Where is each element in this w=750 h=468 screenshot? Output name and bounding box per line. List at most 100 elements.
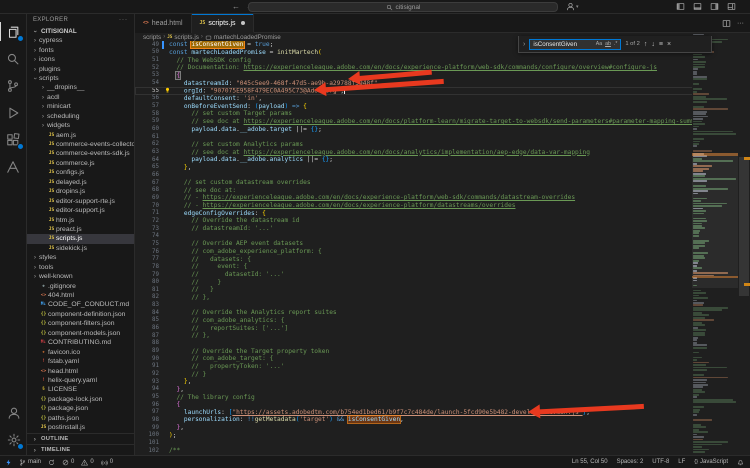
breadcrumb-item[interactable]: JSscripts.js bbox=[167, 34, 199, 41]
tree-item-delayed.js[interactable]: JSdelayed.js bbox=[27, 178, 134, 187]
code-line-71[interactable]: 71 edgeConfigOverrides: { bbox=[135, 209, 750, 217]
tab-scripts.js[interactable]: JSscripts.js bbox=[192, 14, 254, 33]
status-bell[interactable] bbox=[737, 459, 744, 466]
sidebar-panel-timeline[interactable]: ›TIMELINE bbox=[27, 444, 134, 455]
tree-item-component-definition.json[interactable]: {}component-definition.json bbox=[27, 310, 134, 319]
code-line-85[interactable]: 85 // com_adobe_analytics: { bbox=[135, 317, 750, 325]
tree-item-scripts[interactable]: ›scripts bbox=[27, 74, 134, 83]
status-ln-55-col-50[interactable]: Ln 55, Col 50 bbox=[572, 459, 608, 465]
layout-sidebar-right-icon[interactable] bbox=[710, 2, 719, 11]
tree-item-editor-support.js[interactable]: JSeditor-support.js bbox=[27, 206, 134, 215]
tree-item-scheduling[interactable]: ›scheduling bbox=[27, 112, 134, 121]
tree-item-favicon.ico[interactable]: ★favicon.ico bbox=[27, 347, 134, 356]
explorer-actions-icon[interactable]: ··· bbox=[119, 17, 128, 23]
code-line-82[interactable]: 82 // }, bbox=[135, 294, 750, 302]
code-line-98[interactable]: 98 personalization: !!getMetadata('targe… bbox=[135, 416, 750, 424]
code-line-69[interactable]: 69 // - https://experienceleague.adobe.c… bbox=[135, 194, 750, 202]
more-actions-icon[interactable]: ··· bbox=[737, 20, 744, 27]
lightbulb-icon[interactable] bbox=[164, 87, 171, 94]
code-line-102[interactable]: 102/** bbox=[135, 447, 750, 455]
tree-item-head.html[interactable]: <>head.html bbox=[27, 366, 134, 375]
tree-item-dropins.js[interactable]: JSdropins.js bbox=[27, 187, 134, 196]
code-line-63[interactable]: 63 // see doc at https://experienceleagu… bbox=[135, 148, 750, 156]
tree-item-well-known[interactable]: ›well-known bbox=[27, 272, 134, 281]
account-icon[interactable] bbox=[566, 2, 575, 11]
code-line-67[interactable]: 67 // set custom datastream overrides bbox=[135, 179, 750, 187]
status-utf-8[interactable]: UTF-8 bbox=[652, 459, 669, 465]
tree-item-commerce.js[interactable]: JScommerce.js bbox=[27, 159, 134, 168]
close-icon[interactable]: × bbox=[667, 41, 671, 48]
tree-item-commerce-events-collector.js[interactable]: JScommerce-events-collector.js bbox=[27, 140, 134, 149]
command-center-search[interactable]: citisignal bbox=[248, 2, 558, 12]
code-line-68[interactable]: 68 // see doc at: bbox=[135, 186, 750, 194]
tree-item-plugins[interactable]: ›plugins bbox=[27, 64, 134, 73]
code-line-62[interactable]: 62 // set custom Analytics params bbox=[135, 141, 750, 149]
tree-item-aem.js[interactable]: JSaem.js bbox=[27, 130, 134, 139]
match-case-icon[interactable]: Aa bbox=[596, 41, 602, 47]
tree-item-minicart[interactable]: ›minicart bbox=[27, 102, 134, 111]
tree-item-cypress[interactable]: ›cypress bbox=[27, 36, 134, 45]
back-arrow-icon[interactable]: ← bbox=[232, 2, 240, 11]
code-editor[interactable]: 49const isConsentGiven = true;50const ma… bbox=[135, 41, 750, 455]
code-line-101[interactable]: 101 bbox=[135, 439, 750, 447]
tree-item-acdl[interactable]: ›acdl bbox=[27, 93, 134, 102]
tree-item-fonts[interactable]: ›fonts bbox=[27, 45, 134, 54]
code-line-73[interactable]: 73 // datastreamId: '...' bbox=[135, 225, 750, 233]
code-line-77[interactable]: 77 // datasets: { bbox=[135, 255, 750, 263]
code-line-76[interactable]: 76 // com_adobe_experience_platform: { bbox=[135, 248, 750, 256]
tree-item-icons[interactable]: ›icons bbox=[27, 55, 134, 64]
tree-item-package-lock.json[interactable]: {}package-lock.json bbox=[27, 395, 134, 404]
sidebar-panel-outline[interactable]: ›OUTLINE bbox=[27, 433, 134, 444]
tree-item-editor-support-rte.js[interactable]: JSeditor-support-rte.js bbox=[27, 196, 134, 205]
code-line-66[interactable]: 66 bbox=[135, 171, 750, 179]
breadcrumb-item[interactable]: scripts bbox=[143, 34, 161, 41]
status-remote[interactable] bbox=[5, 459, 12, 466]
code-line-87[interactable]: 87 // }, bbox=[135, 332, 750, 340]
code-line-100[interactable]: 100); bbox=[135, 431, 750, 439]
tab-head.html[interactable]: <>head.html bbox=[135, 14, 192, 33]
code-line-55[interactable]: 55 orgId: "907075E958F479EC0A495C73@Adob… bbox=[135, 87, 750, 95]
whole-word-icon[interactable]: ab bbox=[605, 41, 611, 47]
code-line-81[interactable]: 81 // } bbox=[135, 286, 750, 294]
workspace-root[interactable]: › CITISIGNAL bbox=[27, 26, 134, 36]
status-lf[interactable]: LF bbox=[678, 459, 685, 465]
tree-item-component-models.json[interactable]: {}component-models.json bbox=[27, 329, 134, 338]
tree-item-styles[interactable]: ›styles bbox=[27, 253, 134, 262]
code-line-75[interactable]: 75 // Override AEP event datasets bbox=[135, 240, 750, 248]
code-line-92[interactable]: 92 // } bbox=[135, 370, 750, 378]
minimap[interactable] bbox=[692, 33, 738, 455]
code-line-88[interactable]: 88 bbox=[135, 340, 750, 348]
tree-item-component-filters.json[interactable]: {}component-filters.json bbox=[27, 319, 134, 328]
code-line-95[interactable]: 95 // The library config bbox=[135, 393, 750, 401]
tree-item-tools[interactable]: ›tools bbox=[27, 263, 134, 272]
code-line-89[interactable]: 89 // Override the Target property token bbox=[135, 347, 750, 355]
status-warning[interactable]: 0 bbox=[81, 459, 93, 466]
tree-item-fstab.yaml[interactable]: !fstab.yaml bbox=[27, 357, 134, 366]
find-input[interactable]: isConsentGiven Aa ab .* bbox=[529, 39, 621, 50]
code-line-79[interactable]: 79 // datasetId: '...' bbox=[135, 271, 750, 279]
tree-item-404.html[interactable]: <>404.html bbox=[27, 291, 134, 300]
prev-match-icon[interactable]: ↑ bbox=[644, 41, 648, 48]
tree-item-CODE_OF_CONDUCT.md[interactable]: M↓CODE_OF_CONDUCT.md bbox=[27, 300, 134, 309]
code-line-72[interactable]: 72 // Override the datastream id bbox=[135, 217, 750, 225]
activity-explorer[interactable] bbox=[0, 18, 27, 45]
tree-item-sidekick.js[interactable]: JSsidekick.js bbox=[27, 244, 134, 253]
activity-run-debug[interactable] bbox=[0, 99, 27, 126]
code-line-53[interactable]: 53 { bbox=[135, 72, 750, 80]
code-line-99[interactable]: 99 }, bbox=[135, 424, 750, 432]
tree-item-preact.js[interactable]: JSpreact.js bbox=[27, 225, 134, 234]
code-line-57[interactable]: 57 onBeforeEventSend: (payload) => { bbox=[135, 102, 750, 110]
scrollbar-slider[interactable] bbox=[739, 157, 749, 296]
tree-item-scripts.js[interactable]: JSscripts.js bbox=[27, 234, 134, 243]
regex-icon[interactable]: .* bbox=[614, 41, 617, 47]
tree-item-widgets[interactable]: ›widgets bbox=[27, 121, 134, 130]
status-error[interactable]: 0 bbox=[62, 459, 74, 466]
code-line-59[interactable]: 59 // see doc at https://experienceleagu… bbox=[135, 118, 750, 126]
code-line-94[interactable]: 94 }, bbox=[135, 386, 750, 394]
tree-item-postinstall.js[interactable]: JSpostinstall.js bbox=[27, 423, 134, 432]
layout-sidebar-icon[interactable] bbox=[676, 2, 685, 11]
activity-settings[interactable] bbox=[0, 426, 27, 453]
next-match-icon[interactable]: ↓ bbox=[651, 41, 655, 48]
split-editor-icon[interactable] bbox=[722, 19, 731, 28]
code-line-51[interactable]: 51 // The WebSDK config bbox=[135, 56, 750, 64]
